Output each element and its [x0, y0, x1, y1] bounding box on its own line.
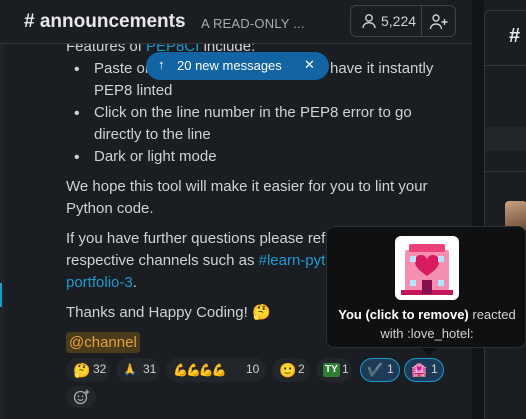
add-person-icon[interactable]: [429, 13, 449, 31]
divider: [485, 171, 526, 172]
ty-icon: TY: [323, 363, 340, 377]
members-button-group: 5,224: [350, 5, 456, 37]
love-hotel-emoji-image: [395, 236, 459, 300]
bullet-2-line-2: directly to the line: [94, 126, 211, 143]
thinking-face-icon: 🤔: [73, 362, 91, 378]
right-pane: #: [484, 10, 526, 419]
thank-you-icon: 🙏: [123, 364, 137, 376]
bullet-icon: [74, 149, 82, 167]
new-messages-text: 20 new messages: [177, 58, 282, 73]
bullet-2-line-1: Click on the line number in the PEP8 err…: [94, 104, 412, 121]
channel-name[interactable]: # announcements: [24, 11, 186, 33]
channel-header: # announcements ⌄ A READ-ONLY ... 5,224: [0, 0, 472, 44]
portfolio-channel-link[interactable]: portfolio-3: [66, 274, 133, 291]
bullet-1-suffix: have it instantly: [330, 60, 434, 77]
right-pane-band: [485, 127, 526, 151]
para-2-line-1: If you have further questions please ref…: [66, 230, 334, 247]
reaction-count: 1: [342, 362, 349, 376]
reaction-count: 2: [298, 362, 305, 376]
tooltip-bold: You (click to remove): [338, 307, 469, 322]
para-1-line-2: Python code.: [66, 200, 154, 217]
reaction-ty[interactable]: TY 1: [316, 358, 352, 382]
tooltip-tail: [421, 348, 437, 356]
person-icon[interactable]: [361, 13, 377, 29]
left-rail: [0, 0, 4, 419]
arrow-up-icon: ↑: [158, 57, 165, 72]
reaction-love-hotel[interactable]: 🏩 1: [404, 358, 444, 382]
divider: [421, 6, 422, 36]
bullet-3-line-1: Dark or light mode: [94, 148, 217, 165]
channel-topic[interactable]: A READ-ONLY ...: [201, 16, 305, 31]
bullet-1-prefix: Paste or: [94, 60, 150, 77]
flexed-biceps-icon: 💪💪💪💪: [173, 363, 227, 377]
pane-gap: [472, 0, 484, 419]
bullet-icon: [74, 105, 82, 123]
member-count[interactable]: 5,224: [381, 13, 416, 29]
channel-mention[interactable]: @channel: [66, 332, 140, 353]
bullet-1-line-1: Paste or: [94, 58, 150, 80]
reaction-count: 10: [246, 362, 260, 376]
tooltip-text: You (click to remove) reacted with :love…: [335, 305, 519, 343]
para-2-line-3: portfolio-3.: [66, 272, 137, 294]
love-hotel-icon: [401, 244, 453, 295]
check-mark-icon: ✔️: [367, 362, 384, 377]
active-indicator: [0, 283, 2, 307]
reaction-thank-you[interactable]: 🙏 31: [116, 358, 160, 382]
chevron-down-icon[interactable]: ⌄: [174, 14, 183, 27]
reaction-checkmark[interactable]: ✔️ 1: [360, 358, 400, 382]
para-2-line-2: respective channels such as #learn-pyth: [66, 250, 334, 272]
signoff: Thanks and Happy Coding! 🤔: [66, 304, 271, 321]
reaction-thinking[interactable]: 🤔 32: [66, 358, 110, 382]
reaction-count: 32: [93, 362, 107, 376]
right-pane-channel-hash[interactable]: #: [509, 25, 520, 48]
add-emoji-icon: [73, 389, 90, 405]
divider: [485, 65, 526, 66]
add-reaction-button[interactable]: [66, 386, 96, 408]
reaction-muscles[interactable]: 💪💪💪💪 10: [166, 358, 266, 382]
new-messages-banner[interactable]: ↑ 20 new messages ✕: [146, 52, 329, 80]
learn-python-channel-link[interactable]: #learn-pyth: [259, 252, 334, 269]
reaction-slight-smile[interactable]: 🙂 2: [272, 358, 310, 382]
bullet-icon: [74, 61, 82, 79]
reaction-count: 1: [387, 362, 394, 376]
bullet-1-line-2: PEP8 linted: [94, 82, 173, 99]
reaction-tooltip: You (click to remove) reacted with :love…: [326, 226, 526, 356]
slightly-smiling-face-icon: 🙂: [279, 362, 297, 378]
para-2-prefix: respective channels such as: [66, 252, 255, 269]
channel-pane: # announcements ⌄ A READ-ONLY ... 5,224 …: [0, 0, 472, 419]
close-icon[interactable]: ✕: [304, 57, 315, 73]
love-hotel-icon: 🏩: [411, 362, 428, 377]
reaction-count: 1: [431, 362, 438, 376]
para-1-line-1: We hope this tool will make it easier fo…: [66, 178, 428, 195]
para-2-end: .: [132, 274, 137, 291]
reaction-count: 31: [143, 362, 157, 376]
